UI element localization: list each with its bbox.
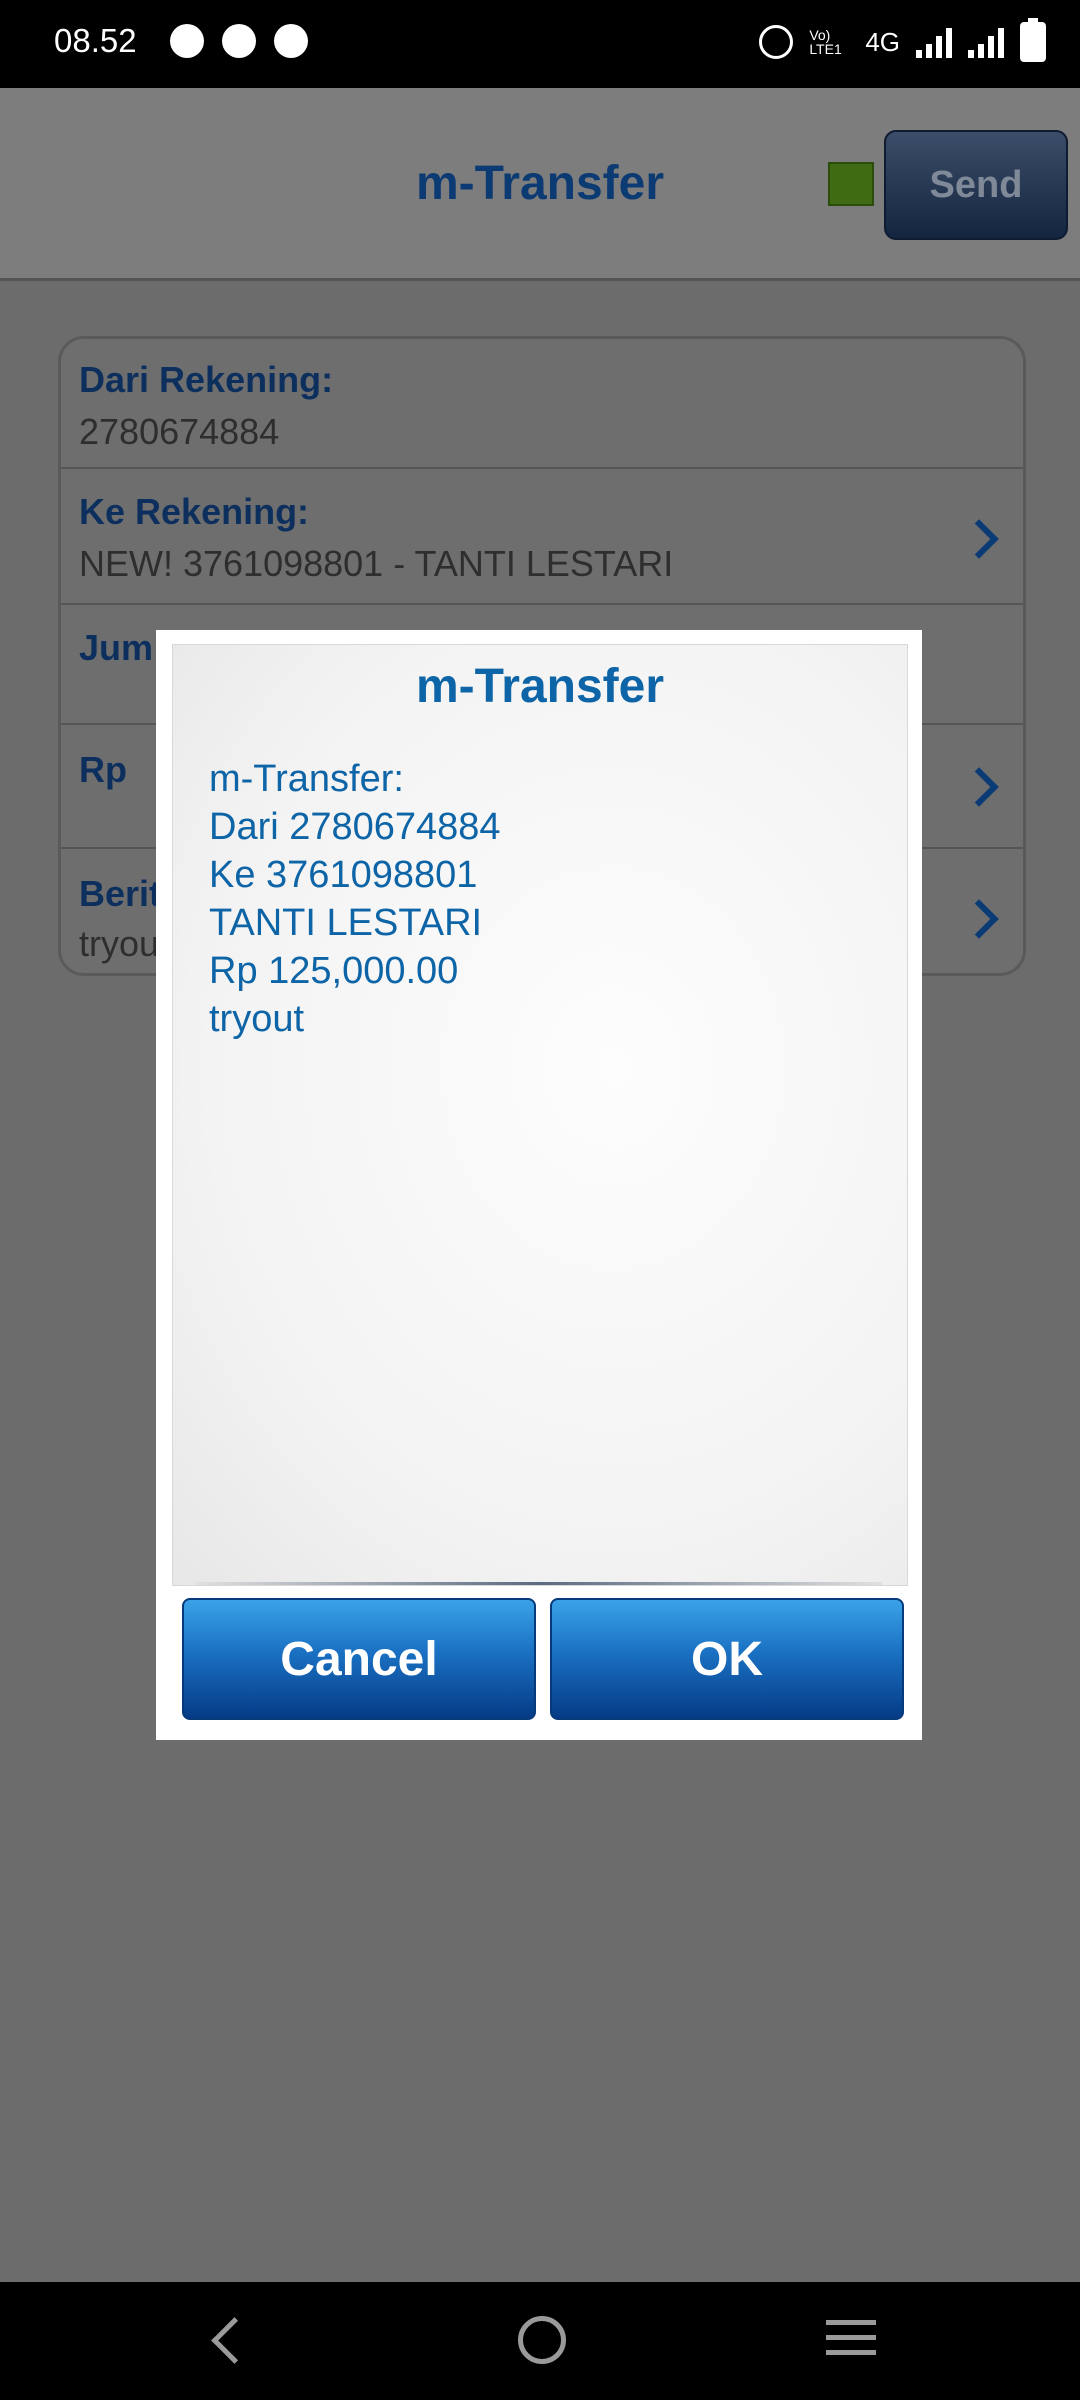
chrome-icon (274, 24, 308, 58)
menu-icon[interactable] (826, 2320, 876, 2360)
amount-type-label: Jum (79, 627, 154, 668)
dialog-line: Ke 3761098801 (209, 854, 478, 896)
message-label: Berit (79, 873, 162, 914)
dialog-title: m-Transfer (415, 660, 665, 713)
send-button[interactable]: Send (884, 130, 1068, 240)
ok-button[interactable]: OK (550, 1598, 904, 1720)
to-account-value: NEW! 3761098801 - TANTI LESTARI (79, 543, 674, 584)
signal-icon-2 (968, 26, 1004, 58)
message-value: tryou (79, 923, 160, 964)
dialog-line: m-Transfer: (209, 758, 404, 800)
dialog-body: m-Transfer m-Transfer: Dari 2780674884 K… (172, 644, 908, 1586)
system-nav-bar (0, 2282, 1080, 2400)
connection-status-indicator (828, 162, 874, 206)
dialog-line: Dari 2780674884 (209, 806, 501, 848)
chevron-right-icon (959, 767, 999, 807)
dialog-line: Rp 125,000.00 (209, 950, 459, 992)
status-bar: 08.52 Vo) LTE1 4G (0, 0, 1080, 88)
speedometer-icon (222, 24, 256, 58)
battery-icon (1020, 18, 1046, 62)
app-header: m-Transfer Send (0, 88, 1080, 281)
from-account-row[interactable]: Dari Rekening: 2780674884 (61, 339, 1023, 469)
cancel-button[interactable]: Cancel (182, 1598, 536, 1720)
dialog-line: tryout (209, 998, 305, 1040)
volte-indicator: Vo) LTE1 (809, 27, 842, 57)
divider (196, 1582, 882, 1585)
network-type: 4G (865, 26, 900, 57)
dialog-message: m-Transfer: Dari 2780674884 Ke 376109880… (209, 755, 501, 1043)
back-icon[interactable] (211, 2317, 258, 2364)
amount-label: Rp (79, 749, 127, 790)
notification-icons (170, 24, 308, 58)
chevron-right-icon (959, 519, 999, 559)
from-account-label: Dari Rekening: (79, 359, 334, 400)
status-time: 08.52 (54, 22, 137, 59)
dialog-line: TANTI LESTARI (209, 902, 483, 944)
from-account-value: 2780674884 (79, 411, 280, 452)
to-account-row[interactable]: Ke Rekening: NEW! 3761098801 - TANTI LES… (61, 469, 1023, 605)
system-icons: Vo) LTE1 4G (759, 18, 1046, 62)
confirm-dialog: m-Transfer m-Transfer: Dari 2780674884 K… (156, 630, 922, 1740)
to-account-label: Ke Rekening: (79, 491, 310, 532)
signal-icon-1 (916, 26, 952, 58)
chat-bubble-icon (170, 24, 204, 58)
alarm-icon (759, 25, 794, 59)
home-icon[interactable] (518, 2316, 566, 2364)
chevron-right-icon (959, 899, 999, 939)
